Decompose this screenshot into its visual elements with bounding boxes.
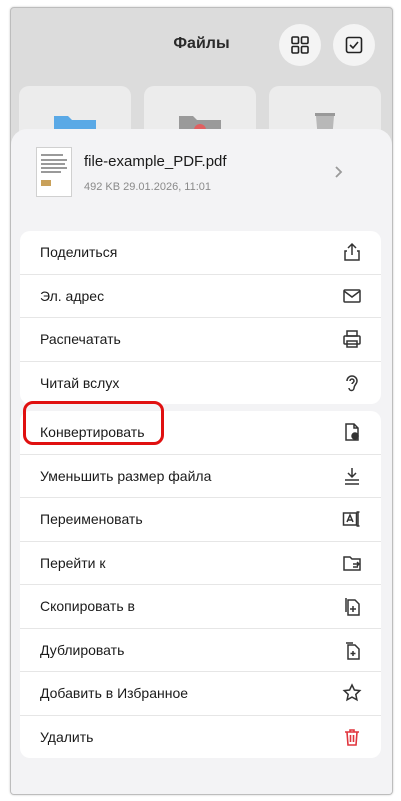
convert-highlight-outline bbox=[23, 401, 164, 445]
action-label: Распечатать bbox=[40, 331, 121, 347]
action-copy-to[interactable]: Скопировать в bbox=[20, 585, 381, 629]
duplicate-icon bbox=[346, 641, 360, 660]
select-button[interactable] bbox=[333, 24, 375, 66]
action-label: Добавить в Избранное bbox=[40, 685, 189, 701]
action-label: Поделиться bbox=[40, 244, 118, 260]
action-label: Переименовать bbox=[40, 511, 143, 527]
action-label: Перейти к bbox=[40, 554, 106, 571]
ear-icon bbox=[346, 374, 358, 391]
action-label: Скопировать в bbox=[40, 598, 135, 614]
file-header[interactable]: file-example_PDF.pdf 492 KB 29.01.2026, … bbox=[11, 129, 392, 221]
action-add-favorites[interactable]: Добавить в Избранное bbox=[20, 672, 381, 716]
action-rename[interactable]: Переименовать bbox=[20, 498, 381, 542]
grid-view-button[interactable] bbox=[279, 24, 321, 66]
action-sheet: file-example_PDF.pdf 492 KB 29.01.2026, … bbox=[11, 129, 392, 794]
star-icon bbox=[342, 683, 362, 702]
pdf-thumbnail-icon bbox=[36, 147, 72, 197]
copy-to-icon bbox=[345, 598, 360, 616]
grid-icon bbox=[291, 36, 309, 54]
folder-go-icon bbox=[343, 555, 361, 571]
action-print[interactable]: Распечатать bbox=[20, 318, 381, 362]
mail-icon bbox=[343, 288, 361, 303]
action-label: Дублировать bbox=[40, 641, 125, 658]
action-reduce-size[interactable]: Уменьшить размер файла bbox=[20, 455, 381, 498]
printer-icon bbox=[343, 330, 361, 348]
action-go-to[interactable]: Перейти к bbox=[20, 542, 381, 585]
file-meta: 492 KB 29.01.2026, 11:01 bbox=[84, 181, 212, 193]
action-label: Удалить bbox=[40, 728, 94, 745]
trash-icon bbox=[345, 728, 359, 746]
action-label: Читай вслух bbox=[40, 374, 120, 391]
checkbox-icon bbox=[345, 36, 363, 54]
action-email[interactable]: Эл. адрес bbox=[20, 275, 381, 318]
action-label: Уменьшить размер файла bbox=[40, 467, 212, 484]
action-share[interactable]: Поделиться bbox=[20, 231, 381, 275]
compress-icon bbox=[345, 467, 359, 485]
action-delete[interactable]: Удалить bbox=[20, 716, 381, 759]
action-label: Эл. адрес bbox=[40, 287, 105, 304]
convert-doc-icon bbox=[345, 423, 359, 441]
rename-icon bbox=[342, 511, 360, 527]
top-bar: Файлы bbox=[11, 8, 392, 88]
phone-screen: Файлы file-example_PDF.pdf 492 KB 29.01.… bbox=[10, 7, 393, 795]
action-duplicate[interactable]: Дублировать bbox=[20, 629, 381, 672]
actions-group-1: Поделиться Эл. адрес Распечатать Читай в… bbox=[20, 231, 381, 404]
actions-group-2: Конвертировать Уменьшить размер файла Пе… bbox=[20, 411, 381, 758]
chevron-right-icon[interactable] bbox=[334, 165, 344, 179]
share-icon bbox=[344, 242, 360, 261]
action-read-aloud[interactable]: Читай вслух bbox=[20, 362, 381, 405]
file-name: file-example_PDF.pdf bbox=[84, 153, 227, 170]
